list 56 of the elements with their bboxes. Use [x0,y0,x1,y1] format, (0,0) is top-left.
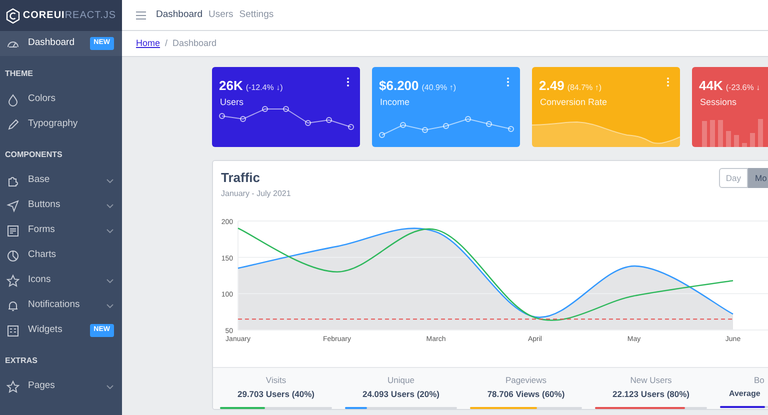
card-value: 44K [699,77,723,95]
star-icon [6,380,20,394]
sidebar-item[interactable]: Typography [0,112,122,137]
card-change: (-23.6% ↓ [726,82,760,94]
pencil-icon [6,118,20,132]
card-change: (-12.4% ↓) [246,82,283,94]
form-icon [6,224,20,238]
section-title: THEME [4,68,34,80]
sidebar-item[interactable]: Buttons [0,193,122,218]
breadcrumb-link[interactable]: Home [136,36,160,50]
stat-label: New Users [630,374,672,386]
nav-link[interactable]: Dashboard [156,8,202,22]
sidebar-item[interactable]: Forms [0,218,122,243]
nav-link[interactable]: Users [208,8,234,22]
section-title: COMPONENTS [4,149,64,161]
section-title: EXTRAS [4,355,38,367]
sidebar-item[interactable]: Notifications [0,293,122,318]
stat-value: 22.123 Users (80%) [612,388,690,401]
card-change: (84.7% ↑) [567,82,602,94]
card-value: 26K [219,77,243,95]
stat-label: Unique [388,374,414,386]
stat-label: Pageviews [505,374,547,386]
sidebar-item[interactable]: Base [0,168,122,193]
sidebar-item[interactable]: Colors [0,87,122,112]
cursor-icon [6,198,20,212]
sidebar-item[interactable]: Charts [0,243,122,268]
breadcrumb-current: Dashboard [172,36,217,50]
stat-value: 29.703 Users (40%) [237,388,315,401]
stat-value: 78.706 Views (60%) [487,388,565,401]
sidebar-item[interactable]: Pages [0,374,122,399]
breadcrumb-separator: / [165,36,168,50]
grid-icon [6,324,20,338]
range-button[interactable]: Mo [748,168,768,188]
card-change: (40.9% ↑) [422,82,456,94]
card-value: 2.49 [539,77,564,95]
stat-value: Average [729,388,760,400]
stat-label: Bo [754,374,764,386]
card-label: Conversion Rate [540,96,608,109]
card-subtitle: January - July 2021 [221,188,291,200]
pie-chart-icon [6,248,20,262]
card-title: Traffic [221,169,262,187]
hexagon-logo-icon [6,8,20,24]
drop-icon [6,92,20,106]
card-value: $6.200 [379,77,419,95]
card-label: Sessions [700,96,737,109]
bell-icon [6,298,20,312]
more-icon[interactable] [346,77,350,87]
card-label: Users [220,96,244,109]
star-icon [6,274,20,288]
stat-value: 24.093 Users (20%) [362,388,440,401]
sidebar-item[interactable]: Icons [0,268,122,293]
stat-label: Visits [266,374,286,386]
brand-name: COREUIREACT.JS [22,9,116,23]
menu-icon[interactable] [136,10,146,20]
card-label: Income [380,96,410,109]
nav-link[interactable]: Settings [239,8,274,22]
